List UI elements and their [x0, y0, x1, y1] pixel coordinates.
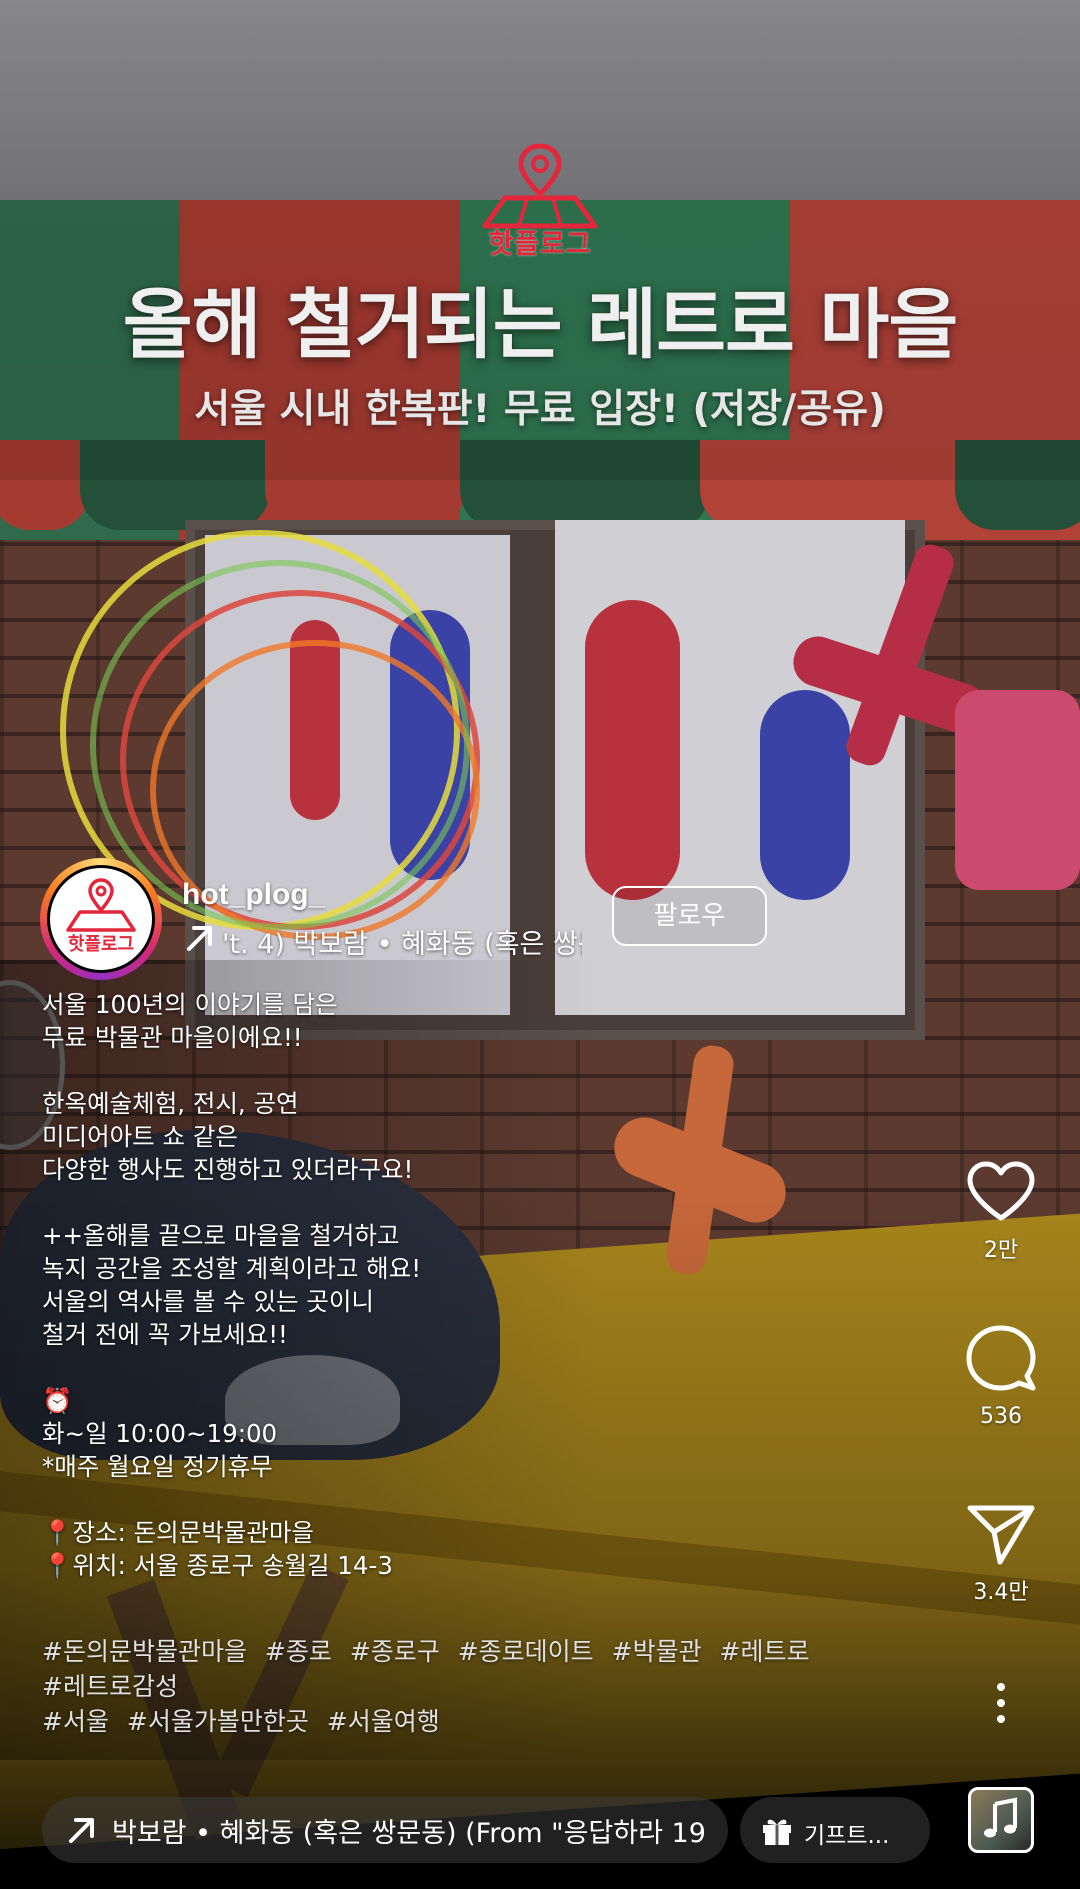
caption-line: 화~일 10:00~19:00 [42, 1419, 278, 1448]
audio-ticker[interactable]: 't. 4) 박보람 • 혜화동 (혹은 쌍문동) (From "응답하라 19… [222, 922, 582, 962]
music-note-icon [984, 1797, 1017, 1838]
hashtag[interactable]: #서울가볼만한곳 [127, 1707, 309, 1736]
caption-line: 서울의 역사를 볼 수 있는 곳이니 [42, 1287, 374, 1316]
caption-line: 무료 박물관 마을이에요!! [42, 1023, 303, 1052]
caption-line-blank [42, 1186, 762, 1219]
hashtags: #돈의문박물관마을 #종로 #종로구 #종로데이트 #박물관 #레트로 #레트로… [42, 1634, 942, 1739]
avatar-text: 핫플로그 [67, 934, 135, 955]
video-subheadline: 서울 시내 한복판! 무료 입장! (저장/공유) [194, 387, 886, 432]
more-icon[interactable] [991, 1682, 1011, 1724]
like-action[interactable]: 2만 [960, 1160, 1042, 1264]
comment-count: 536 [980, 1404, 1022, 1429]
music-thumbnail[interactable] [968, 1787, 1034, 1853]
caption-line-blank [42, 1351, 762, 1384]
hashtag[interactable]: #서울여행 [327, 1707, 440, 1736]
caption-line: 한옥예술체험, 전시, 공연 [42, 1089, 299, 1118]
more-action[interactable] [960, 1682, 1042, 1724]
blue-sign [760, 690, 850, 900]
share-action[interactable]: 3.4만 [960, 1502, 1042, 1606]
comment-action[interactable]: 536 [960, 1324, 1042, 1429]
username[interactable]: hot_plog_ [182, 878, 325, 912]
arrow-up-right-icon [69, 1818, 94, 1843]
gift-button[interactable]: 기프트... [740, 1797, 930, 1863]
brand-logo-text: 핫플로그 [488, 229, 592, 260]
caption-line: 미디어아트 쇼 같은 [42, 1122, 238, 1151]
caption[interactable]: 서울 100년의 이야기를 담은 무료 박물관 마을이에요!! 한옥예술체험, … [42, 988, 762, 1582]
arrow-up-right-icon [187, 926, 212, 951]
alarm-clock-icon: ⏰ [42, 1386, 73, 1415]
hula-hoop [90, 560, 470, 930]
hashtag[interactable]: #레트로 [720, 1637, 810, 1666]
comment-icon[interactable] [965, 1324, 1037, 1396]
video-headline: 올해 철거되는 레트로 마을 [122, 280, 959, 369]
hashtag[interactable]: #서울 [42, 1707, 109, 1736]
share-count: 3.4만 [973, 1580, 1029, 1605]
hashtag[interactable]: #종로데이트 [458, 1637, 594, 1666]
share-icon[interactable] [966, 1502, 1036, 1566]
caption-line: 서울 100년의 이야기를 담은 [42, 990, 338, 1019]
avatar[interactable]: 핫플로그 [47, 865, 155, 973]
gift-icon [763, 1819, 791, 1845]
caption-line-location: 📍위치: 서울 종로구 송월길 14-3 [42, 1551, 393, 1580]
hashtag[interactable]: #종로 [265, 1637, 332, 1666]
hashtag[interactable]: #종로구 [350, 1637, 440, 1666]
like-count: 2만 [983, 1238, 1019, 1263]
hashtag[interactable]: #돈의문박물관마을 [42, 1637, 247, 1666]
reel-screen[interactable]: 핫플로그 올해 철거되는 레트로 마을 서울 시내 한복판! 무료 입장! (저… [0, 0, 1080, 1889]
follow-button[interactable]: 팔로우 [612, 886, 767, 946]
audio-pill[interactable]: 박보람 • 혜화동 (혹은 쌍문동) (From "응답하라 19 [42, 1797, 728, 1863]
caption-line-place: 📍장소: 돈의문박물관마을 [42, 1518, 314, 1547]
gift-label: 기프트... [804, 1823, 890, 1849]
heart-icon[interactable] [965, 1160, 1037, 1224]
audio-ticker-text: 't. 4) 박보람 • 혜화동 (혹은 쌍문동) (From "응답하라 19… [222, 929, 582, 960]
caption-line: 다양한 행사도 진행하고 있더라구요! [42, 1155, 414, 1184]
red-sign [585, 600, 680, 900]
caption-line: 녹지 공간을 조성할 계획이라고 해요! [42, 1254, 422, 1283]
caption-line-blank [42, 1483, 762, 1516]
backpack [955, 690, 1080, 890]
audio-pill-text: 박보람 • 혜화동 (혹은 쌍문동) (From "응답하라 19 [112, 1818, 706, 1849]
caption-line: 철거 전에 꼭 가보세요!! [42, 1320, 288, 1349]
caption-line: *매주 월요일 정기휴무 [42, 1452, 273, 1481]
hashtag[interactable]: #박물관 [612, 1637, 702, 1666]
hashtag[interactable]: #레트로감성 [42, 1672, 178, 1701]
caption-line-blank [42, 1054, 762, 1087]
caption-line: ++올해를 끝으로 마을을 철거하고 [42, 1221, 400, 1250]
